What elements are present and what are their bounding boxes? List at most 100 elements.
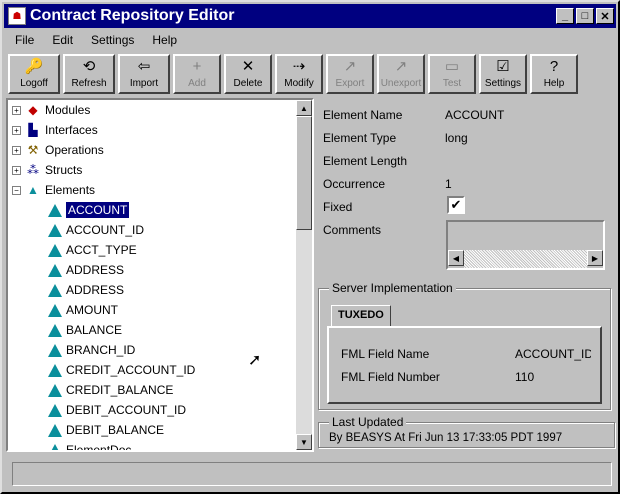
tree-node-operations[interactable]: + ⚒ Operations bbox=[12, 140, 104, 160]
settings-button[interactable]: ☑ Settings bbox=[479, 54, 527, 94]
tree-element-item[interactable]: BRANCH_ID bbox=[48, 340, 135, 360]
last-updated-group: Last Updated By BEASYS At Fri Jun 13 17:… bbox=[318, 415, 615, 448]
element-icon bbox=[48, 363, 62, 377]
add-icon: + bbox=[192, 58, 202, 75]
details-panel: Element Name ACCOUNT Element Type long E… bbox=[318, 98, 616, 458]
tree-element-item[interactable]: ACCOUNT_ID bbox=[48, 220, 144, 240]
element-icon bbox=[48, 243, 62, 257]
scroll-up-icon[interactable]: ▲ bbox=[296, 100, 312, 116]
tree-element-item[interactable]: DEBIT_BALANCE bbox=[48, 420, 164, 440]
delete-button[interactable]: ✕ Delete bbox=[224, 54, 272, 94]
tree-element-label: CREDIT_BALANCE bbox=[66, 383, 174, 397]
toolbar-button-label: Import bbox=[129, 78, 159, 89]
expand-icon[interactable]: + bbox=[12, 145, 21, 155]
tree-element-item[interactable]: DEBIT_ACCOUNT_ID bbox=[48, 400, 186, 420]
scroll-track[interactable] bbox=[464, 250, 587, 268]
toolbar-button-label: Settings bbox=[484, 78, 522, 89]
app-icon[interactable]: ☗ bbox=[8, 7, 26, 25]
tree-element-item[interactable]: ADDRESS bbox=[48, 280, 124, 300]
expand-icon[interactable]: + bbox=[12, 165, 21, 175]
element-icon bbox=[48, 383, 62, 397]
collapse-icon[interactable]: − bbox=[12, 185, 21, 195]
server-implementation-label: Server Implementation bbox=[329, 281, 456, 295]
tab-tuxedo[interactable]: TUXEDO bbox=[331, 305, 391, 327]
comments-field[interactable]: ◀ ▶ bbox=[446, 220, 605, 270]
import-button[interactable]: ⇦ Import bbox=[118, 54, 170, 94]
test-button[interactable]: ▭ Test bbox=[428, 54, 476, 94]
expand-icon[interactable]: + bbox=[12, 125, 21, 135]
menu-file[interactable]: File bbox=[6, 30, 43, 50]
tree-element-item[interactable]: CREDIT_ACCOUNT_ID bbox=[48, 360, 195, 380]
close-button[interactable]: ✕ bbox=[596, 8, 614, 24]
menu-edit[interactable]: Edit bbox=[43, 30, 82, 50]
key-icon: 🔑 bbox=[24, 58, 44, 75]
minimize-button[interactable]: _ bbox=[556, 8, 574, 24]
tree-element-item[interactable]: AMOUNT bbox=[48, 300, 118, 320]
toolbar-button-label: Help bbox=[543, 78, 565, 89]
modify-button[interactable]: ⇢ Modify bbox=[275, 54, 323, 94]
fml-field-name-value: ACCOUNT_ID bbox=[515, 347, 591, 361]
refresh-button[interactable]: ⟲ Refresh bbox=[63, 54, 115, 94]
tree-element-label: ACCOUNT_ID bbox=[66, 223, 145, 237]
expand-icon[interactable]: + bbox=[12, 105, 21, 115]
tree-element-item[interactable]: ElementDoc bbox=[48, 440, 131, 450]
menu-help[interactable]: Help bbox=[143, 30, 186, 50]
last-updated-text: By BEASYS At Fri Jun 13 17:33:05 PDT 199… bbox=[329, 432, 563, 444]
tree-vertical-scrollbar[interactable]: ▲ ▼ bbox=[296, 100, 312, 450]
settings-icon: ☑ bbox=[496, 58, 510, 75]
help-button[interactable]: ? Help bbox=[530, 54, 578, 94]
element-icon bbox=[48, 343, 62, 357]
tree-node-modules[interactable]: + ◆ Modules bbox=[12, 100, 90, 120]
elements-icon: ▲ bbox=[27, 183, 39, 197]
toolbar-button-label: Modify bbox=[284, 78, 314, 89]
import-icon: ⇦ bbox=[137, 58, 151, 75]
tree-node-elements[interactable]: − ▲ Elements bbox=[12, 180, 95, 200]
element-icon bbox=[48, 423, 62, 437]
comments-horizontal-scrollbar[interactable]: ◀ ▶ bbox=[448, 250, 603, 268]
element-icon bbox=[48, 303, 62, 317]
interfaces-icon: ▙ bbox=[28, 123, 38, 137]
occurrence-value: 1 bbox=[445, 177, 452, 191]
unexport-button[interactable]: ↗ Unexport bbox=[377, 54, 425, 94]
add-button[interactable]: + Add bbox=[173, 54, 221, 94]
tree-node-interfaces[interactable]: + ▙ Interfaces bbox=[12, 120, 98, 140]
element-icon bbox=[48, 283, 62, 297]
delete-icon: ✕ bbox=[241, 58, 255, 75]
tree-node-label: Elements bbox=[45, 183, 96, 197]
element-icon bbox=[48, 443, 62, 450]
element-length-label: Element Length bbox=[323, 154, 408, 168]
scroll-down-icon[interactable]: ▼ bbox=[296, 434, 312, 450]
comments-label: Comments bbox=[323, 223, 382, 237]
tree-element-item[interactable]: BALANCE bbox=[48, 320, 122, 340]
toolbar-button-label: Unexport bbox=[380, 78, 422, 89]
fixed-label: Fixed bbox=[323, 200, 353, 214]
maximize-button[interactable]: □ bbox=[576, 8, 594, 24]
tree-node-label: Interfaces bbox=[45, 123, 98, 137]
tree-node-structs[interactable]: + ⁂ Structs bbox=[12, 160, 82, 180]
occurrence-label: Occurrence bbox=[323, 177, 386, 191]
element-icon bbox=[48, 223, 62, 237]
logoff-button[interactable]: 🔑 Logoff bbox=[8, 54, 60, 94]
scroll-right-icon[interactable]: ▶ bbox=[587, 250, 603, 266]
tree-element-item[interactable]: ACCOUNT bbox=[48, 200, 131, 220]
fixed-checkbox[interactable]: ✔ bbox=[447, 196, 465, 214]
element-icon bbox=[48, 263, 62, 277]
scroll-thumb[interactable] bbox=[296, 116, 312, 230]
tree-node-label: Modules bbox=[45, 103, 91, 117]
unexport-icon: ↗ bbox=[394, 58, 408, 75]
tree-node-label: Structs bbox=[45, 163, 83, 177]
menu-settings[interactable]: Settings bbox=[82, 30, 143, 50]
tree-element-label: ADDRESS bbox=[66, 263, 125, 277]
tree-element-item[interactable]: ACCT_TYPE bbox=[48, 240, 137, 260]
element-icon bbox=[48, 323, 62, 337]
export-button[interactable]: ↗ Export bbox=[326, 54, 374, 94]
comments-text-area[interactable] bbox=[448, 222, 603, 250]
scroll-left-icon[interactable]: ◀ bbox=[448, 250, 464, 266]
element-icon bbox=[48, 403, 62, 417]
tree-element-item[interactable]: CREDIT_BALANCE bbox=[48, 380, 173, 400]
toolbar-button-label: Export bbox=[335, 78, 365, 89]
tree-element-item[interactable]: ADDRESS bbox=[48, 260, 124, 280]
main-window: ☗ Contract Repository Editor _ □ ✕ File … bbox=[0, 0, 620, 494]
title-bar: ☗ Contract Repository Editor _ □ ✕ bbox=[4, 4, 616, 28]
tree-element-label: CREDIT_ACCOUNT_ID bbox=[66, 363, 196, 377]
